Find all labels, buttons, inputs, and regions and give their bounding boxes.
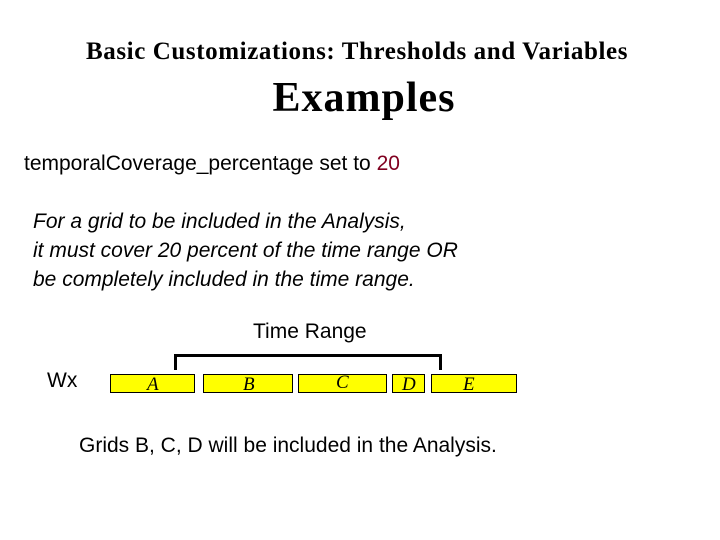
rule-description: For a grid to be included in the Analysi…: [33, 207, 458, 294]
grid-c: C: [298, 372, 387, 393]
grid-a: A: [110, 374, 195, 395]
time-range-label: Time Range: [253, 320, 367, 343]
result-statement: Grids B, C, D will be included in the An…: [79, 434, 497, 457]
page-title: Examples: [272, 75, 456, 121]
setting-statement: temporalCoverage_percentage set to 20: [24, 152, 400, 176]
time-range-bracket: [174, 354, 442, 370]
grid-label: D: [402, 374, 416, 395]
setting-text: temporalCoverage_percentage set to: [24, 152, 377, 175]
grid-e: E: [431, 374, 517, 395]
subtitle: Basic Customizations: Thresholds and Var…: [85, 38, 629, 65]
grid-label: C: [336, 372, 349, 393]
rule-line: be completely included in the time range…: [33, 268, 415, 291]
row-label-wx: Wx: [47, 369, 78, 392]
setting-value: 20: [376, 152, 400, 175]
grid-label: B: [243, 374, 255, 395]
grid-label: A: [147, 374, 159, 395]
rule-line: it must cover 20 percent of the time ran…: [33, 239, 458, 262]
rule-line: For a grid to be included in the Analysi…: [33, 210, 406, 233]
grid-b: B: [203, 374, 293, 395]
grid-d: D: [392, 374, 425, 395]
grid-label: E: [463, 374, 475, 395]
